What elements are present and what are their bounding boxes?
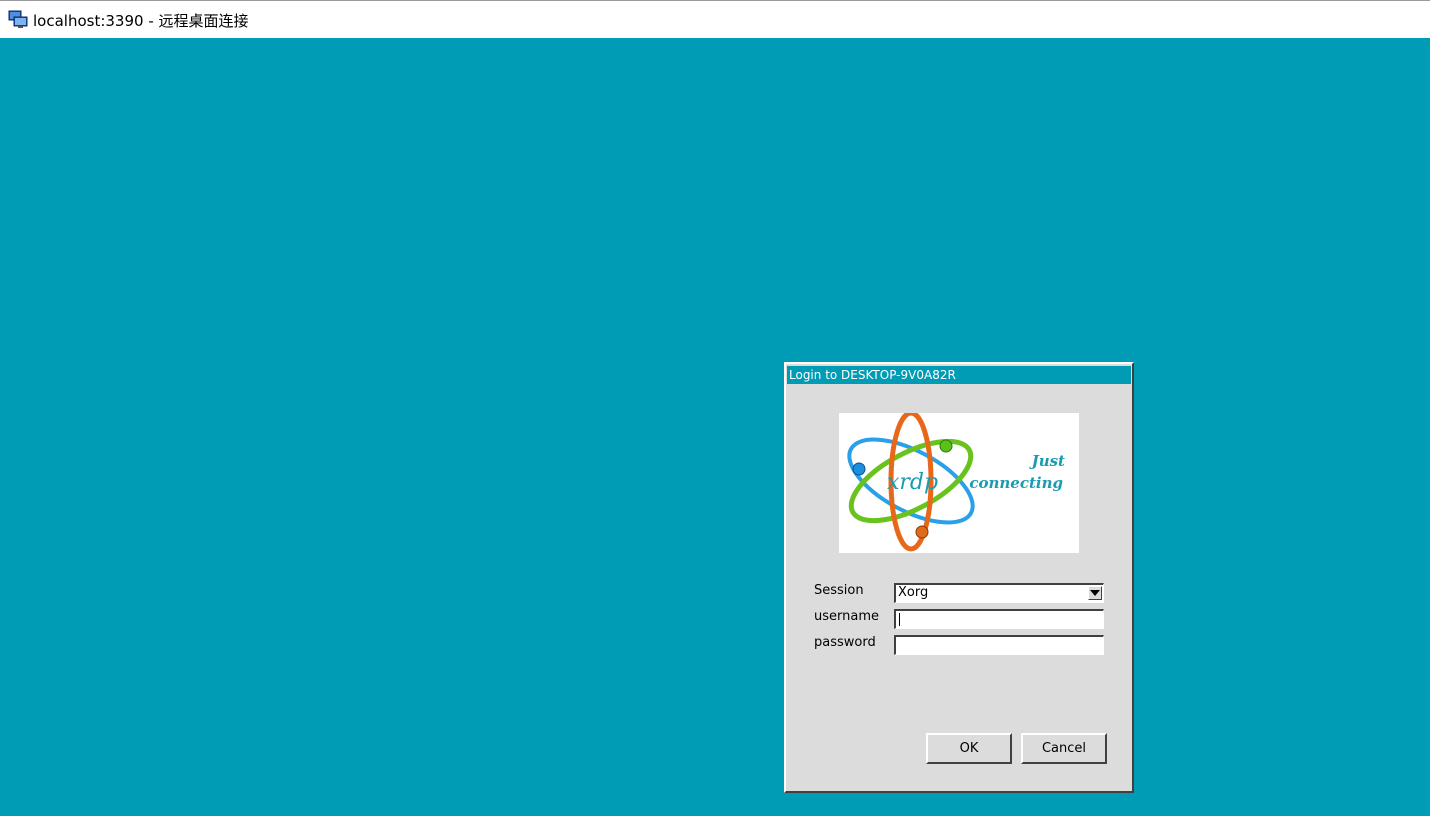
remote-desktop-area [0,38,1430,816]
remote-desktop-icon [8,9,28,29]
password-input[interactable] [894,635,1104,655]
username-input[interactable] [894,609,1104,629]
ok-button[interactable]: OK [926,733,1012,764]
window-title: localhost:3390 - 远程桌面连接 [33,12,249,30]
login-dialog: Login to DESKTOP-9V0A82R xrdp Just conne… [784,362,1134,793]
session-label: Session [814,583,864,598]
chevron-down-icon[interactable] [1088,586,1102,600]
text-cursor [899,613,900,626]
xrdp-logo: xrdp Just connecting [839,410,1079,553]
cancel-button[interactable]: Cancel [1021,733,1107,764]
password-label: password [814,635,876,650]
logo-tagline-1: Just [1029,452,1065,470]
dialog-title: Login to DESKTOP-9V0A82R [787,366,1131,384]
session-value: Xorg [898,585,929,600]
logo-text: xrdp [887,470,938,495]
logo-tagline-2: connecting [969,474,1063,492]
username-label: username [814,609,879,624]
session-select[interactable]: Xorg [894,583,1104,603]
window-title-bar: localhost:3390 - 远程桌面连接 [0,0,1430,38]
